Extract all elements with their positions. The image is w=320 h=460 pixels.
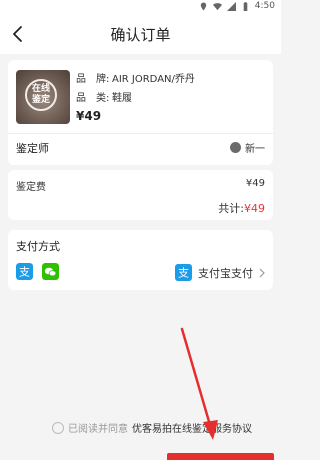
wechat-pay-icon[interactable] bbox=[42, 263, 59, 280]
category-label: 品 类: bbox=[76, 93, 110, 104]
status-bar: 4:50 bbox=[0, 0, 281, 14]
status-time: 4:50 bbox=[254, 1, 275, 11]
product-thumbnail: 在线 鉴定 bbox=[16, 70, 70, 124]
category-value: 鞋履 bbox=[112, 93, 132, 104]
appraiser-name: 新一 bbox=[245, 144, 265, 155]
product-card: 在线 鉴定 品 牌: AIR JORDAN/乔丹 品 类: 鞋履 ¥49 鉴定师 新一 bbox=[8, 60, 273, 165]
total-row: 共计:¥49 bbox=[218, 200, 265, 216]
appraiser-label: 鉴定师 bbox=[16, 142, 49, 155]
brand-row: 品 牌: AIR JORDAN/乔丹 bbox=[76, 70, 195, 85]
wifi-icon bbox=[212, 2, 222, 10]
signal-icon bbox=[226, 1, 236, 11]
avatar bbox=[230, 142, 241, 153]
brand-value: AIR JORDAN/乔丹 bbox=[112, 74, 195, 85]
page-title: 确认订单 bbox=[110, 26, 171, 44]
submit-pay-button[interactable] bbox=[167, 453, 274, 460]
agreement-row: 已阅读并同意 优客易拍在线鉴定服务协议 bbox=[52, 420, 252, 435]
agreement-prefix: 已阅读并同意 bbox=[68, 424, 128, 435]
payment-card: 支付方式 支 支 支付宝支付 bbox=[8, 230, 273, 290]
fee-card: 鉴定费 ¥49 共计:¥49 bbox=[8, 170, 273, 220]
chevron-right-icon bbox=[259, 268, 265, 277]
fee-label: 鉴定费 bbox=[16, 182, 46, 193]
fee-value: ¥49 bbox=[245, 178, 265, 189]
divider bbox=[8, 133, 273, 134]
alipay-selected-icon: 支 bbox=[175, 264, 192, 281]
alipay-icon[interactable]: 支 bbox=[16, 263, 33, 280]
brand-label: 品 牌: bbox=[76, 74, 110, 85]
total-value: ¥49 bbox=[244, 202, 265, 215]
product-price: ¥49 bbox=[76, 109, 102, 123]
total-label: 共计: bbox=[218, 202, 244, 215]
svg-text:支: 支 bbox=[178, 267, 189, 280]
payment-method-selector[interactable]: 支 支付宝支付 bbox=[175, 264, 265, 281]
svg-text:支: 支 bbox=[19, 266, 30, 279]
online-appraisal-stamp: 在线 鉴定 bbox=[25, 79, 57, 111]
location-icon bbox=[200, 1, 206, 11]
battery-icon bbox=[243, 1, 248, 11]
category-row: 品 类: 鞋履 bbox=[76, 89, 132, 104]
appraiser-info[interactable]: 新一 bbox=[230, 140, 265, 155]
payment-title: 支付方式 bbox=[16, 240, 60, 253]
agreement-checkbox[interactable] bbox=[52, 421, 64, 434]
agreement-link[interactable]: 优客易拍在线鉴定服务协议 bbox=[132, 420, 252, 435]
header-bar: 确认订单 bbox=[0, 14, 281, 54]
selected-payment-label: 支付宝支付 bbox=[198, 266, 253, 280]
